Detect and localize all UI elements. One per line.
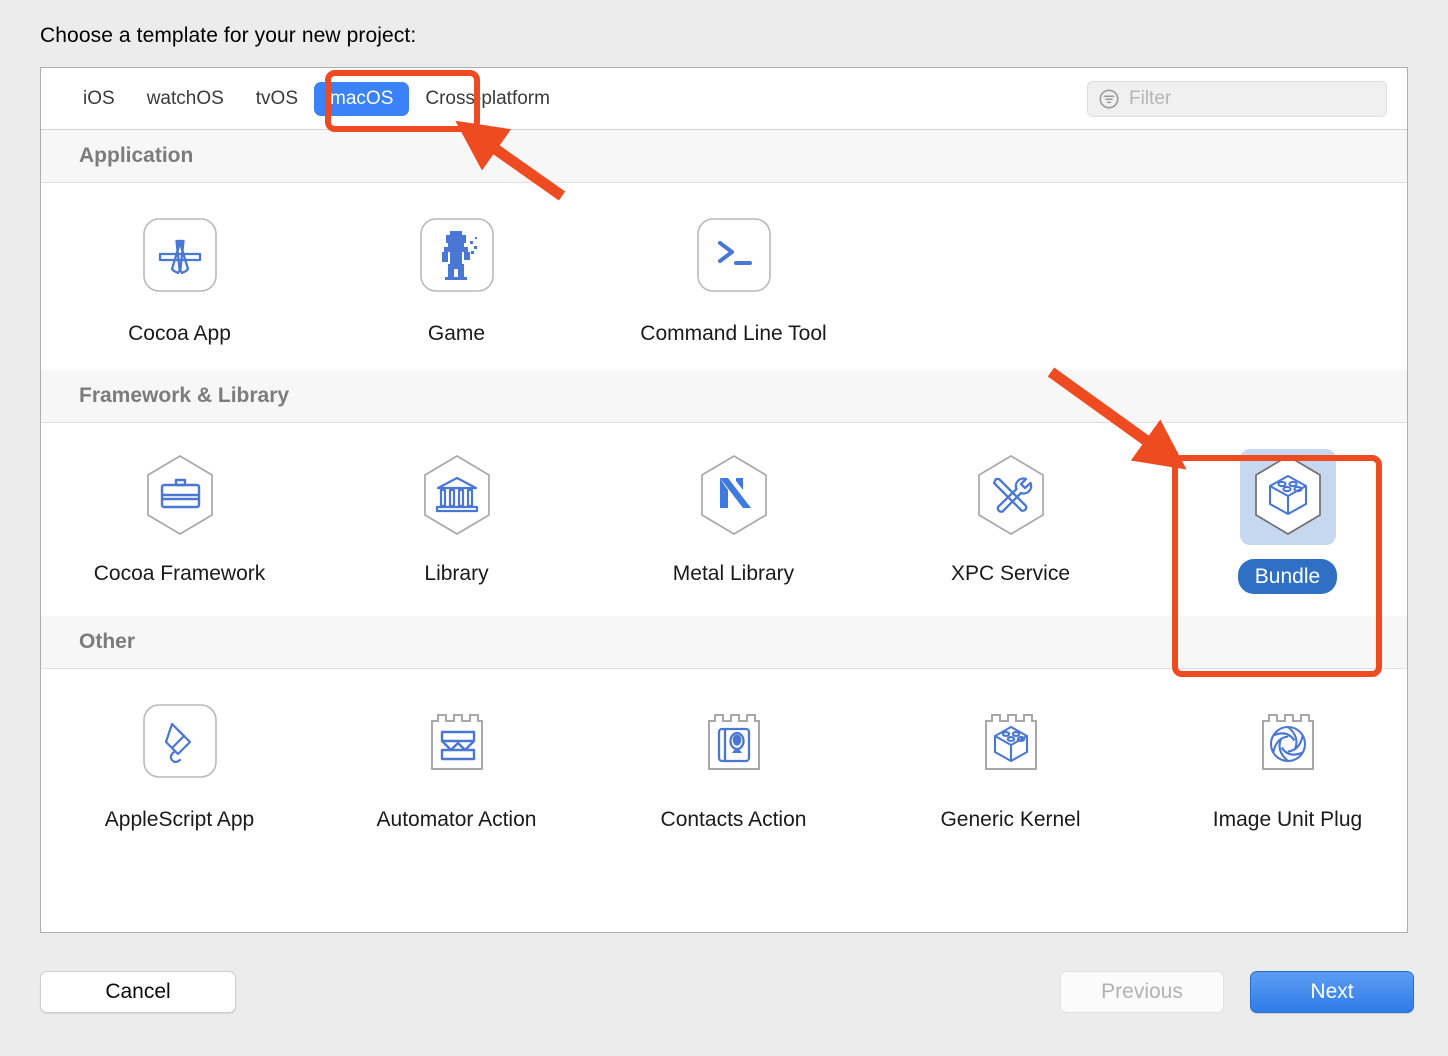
template-icon-box [132, 695, 228, 791]
section-header-application: Application [41, 130, 1407, 183]
template-item-metal-library[interactable]: Metal Library [595, 449, 872, 594]
template-icon-box [409, 209, 505, 305]
platform-tabs: iOS watchOS tvOS macOS Cross-platform [41, 81, 566, 116]
tab-tvos[interactable]: tvOS [240, 82, 314, 116]
template-item-label: Library [424, 562, 489, 585]
template-item-generic-kernel[interactable]: Generic Kernel [872, 695, 1149, 834]
template-item-label: Image Unit Plug [1212, 808, 1363, 831]
next-button[interactable]: Next [1250, 971, 1414, 1013]
template-icon-box [963, 449, 1059, 545]
dialog-footer: Cancel Previous Next [0, 955, 1448, 1056]
template-item-xpc-service[interactable]: XPC Service [872, 449, 1149, 594]
template-icon-box [1240, 695, 1336, 791]
cocoa-framework-icon [135, 450, 225, 545]
template-item-label: Cocoa Framework [93, 562, 266, 585]
template-item-label: Automator Action [376, 808, 537, 831]
bundle-icon [1243, 450, 1333, 545]
template-item-label: Bundle [1237, 559, 1338, 594]
template-item-cocoa-framework[interactable]: Cocoa Framework [41, 449, 318, 594]
filter-icon [1098, 88, 1120, 110]
metal-library-icon [689, 450, 779, 545]
template-chooser-panel: iOS watchOS tvOS macOS Cross-platform Fi… [40, 67, 1408, 933]
template-item-cocoa-app[interactable]: Cocoa App [41, 209, 318, 348]
template-icon-box [963, 695, 1059, 791]
image-unit-plugin-icon [1246, 699, 1330, 788]
template-item-game[interactable]: Game [318, 209, 595, 348]
section-header-label: Framework & Library [79, 384, 290, 407]
template-item-image-unit-plugin[interactable]: Image Unit Plug [1149, 695, 1407, 834]
template-icon-box [686, 209, 782, 305]
tab-ios[interactable]: iOS [67, 82, 131, 116]
template-item-label: AppleScript App [104, 808, 255, 831]
template-item-label: Contacts Action [660, 808, 807, 831]
template-icon-box [132, 449, 228, 545]
template-item-automator-action[interactable]: Automator Action [318, 695, 595, 834]
template-icon-box [409, 449, 505, 545]
template-item-library[interactable]: Library [318, 449, 595, 594]
template-icon-box [686, 449, 782, 545]
template-item-label: Game [427, 322, 486, 345]
template-scroll-area[interactable]: Application Cocoa App Game Command Line … [41, 130, 1407, 932]
template-item-contacts-action[interactable]: Contacts Action [595, 695, 872, 834]
section-header-label: Other [79, 630, 136, 653]
template-icon-box [1239, 449, 1336, 545]
generic-kernel-icon [969, 699, 1053, 788]
platform-tab-bar: iOS watchOS tvOS macOS Cross-platform Fi… [41, 68, 1407, 130]
template-item-label: Cocoa App [128, 322, 231, 345]
template-icon-box [409, 695, 505, 791]
tab-cross-platform[interactable]: Cross-platform [409, 82, 566, 116]
template-grid-filler [872, 209, 1149, 348]
template-item-applescript-app[interactable]: AppleScript App [41, 695, 318, 834]
library-icon [412, 450, 502, 545]
template-item-label: Generic Kernel [940, 808, 1081, 831]
section-header-other: Other [41, 616, 1407, 669]
template-grid-framework-library: Cocoa Framework Library Metal Library XP… [41, 423, 1407, 616]
contacts-action-icon [692, 699, 776, 788]
cancel-button[interactable]: Cancel [40, 971, 236, 1013]
filter-field[interactable]: Filter [1087, 81, 1387, 117]
page-title: Choose a template for your new project: [40, 24, 417, 47]
game-icon [415, 213, 499, 302]
xpc-service-icon [966, 450, 1056, 545]
section-header-label: Application [79, 144, 194, 167]
template-item-label: Metal Library [672, 562, 795, 585]
automator-action-icon [415, 699, 499, 788]
section-header-framework-library: Framework & Library [41, 370, 1407, 423]
template-icon-box [132, 209, 228, 305]
template-item-label: XPC Service [950, 562, 1071, 585]
applescript-app-icon [138, 699, 222, 788]
filter-placeholder: Filter [1129, 88, 1172, 109]
previous-button[interactable]: Previous [1060, 971, 1224, 1013]
template-item-command-line-tool[interactable]: Command Line Tool [595, 209, 872, 348]
template-item-bundle[interactable]: Bundle [1149, 449, 1407, 594]
template-grid-filler [1149, 209, 1407, 348]
template-item-label: Command Line Tool [640, 322, 827, 345]
tab-macos[interactable]: macOS [314, 81, 410, 116]
cocoa-app-icon [138, 213, 222, 302]
template-icon-box [686, 695, 782, 791]
command-line-tool-icon [692, 213, 776, 302]
template-grid-other: AppleScript App Automator Action Contact… [41, 669, 1407, 856]
template-grid-application: Cocoa App Game Command Line Tool [41, 183, 1407, 370]
tab-watchos[interactable]: watchOS [131, 82, 240, 116]
